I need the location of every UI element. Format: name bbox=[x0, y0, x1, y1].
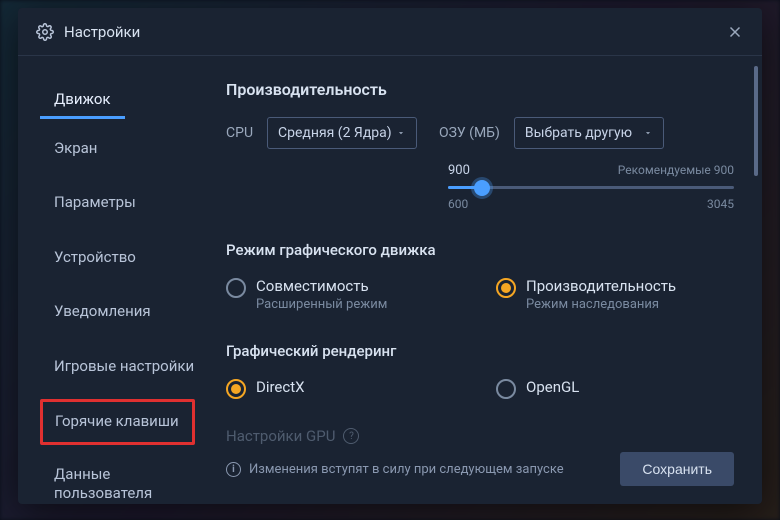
slider-min: 600 bbox=[448, 197, 468, 211]
ram-slider: 900 Рекомендуемые 900 600 3045 bbox=[448, 163, 734, 211]
gear-icon bbox=[36, 23, 54, 41]
radio-compat[interactable]: Совместимость Расширенный режим bbox=[226, 277, 456, 312]
radio-icon bbox=[226, 278, 246, 298]
slider-track[interactable] bbox=[448, 186, 734, 189]
cpu-select-value: Средняя (2 Ядра) bbox=[278, 125, 392, 141]
settings-modal: Настройки Движок Экран Параметры Устройс… bbox=[18, 8, 762, 504]
notice-text: Изменения вступят в силу при следующем з… bbox=[249, 462, 564, 477]
section-gpu: Настройки GPU ? bbox=[226, 427, 734, 445]
sidebar-item-device[interactable]: Устройство bbox=[40, 236, 150, 283]
slider-max: 3045 bbox=[707, 197, 734, 211]
radio-compat-sub: Расширенный режим bbox=[256, 297, 387, 312]
save-button[interactable]: Сохранить bbox=[620, 452, 734, 486]
radio-performance-sub: Режим наследования bbox=[526, 297, 676, 312]
ram-select[interactable]: Выбрать другую bbox=[514, 117, 664, 149]
close-icon[interactable] bbox=[726, 23, 744, 41]
radio-compat-label: Совместимость bbox=[256, 277, 387, 295]
section-title-engine-mode: Режим графического движка bbox=[226, 241, 734, 259]
info-icon: i bbox=[226, 462, 241, 477]
radio-opengl-label: OpenGL bbox=[526, 378, 579, 396]
radio-performance-label: Производительность bbox=[526, 277, 676, 295]
restart-notice: i Изменения вступят в силу при следующем… bbox=[226, 462, 564, 477]
section-title-performance: Производительность bbox=[226, 80, 734, 99]
help-icon[interactable]: ? bbox=[343, 428, 359, 444]
slider-recommended: Рекомендуемые 900 bbox=[618, 163, 734, 178]
cpu-ram-row: CPU Средняя (2 Ядра) ОЗУ (МБ) Выбрать др… bbox=[226, 117, 734, 149]
radio-directx-label: DirectX bbox=[256, 378, 305, 396]
footer: i Изменения вступят в силу при следующем… bbox=[226, 452, 734, 486]
sidebar: Движок Экран Параметры Устройство Уведом… bbox=[18, 56, 218, 504]
slider-thumb[interactable] bbox=[474, 180, 490, 196]
titlebar: Настройки bbox=[18, 8, 762, 56]
gpu-title: Настройки GPU bbox=[226, 427, 335, 445]
ram-select-value: Выбрать другую bbox=[525, 125, 632, 141]
radio-opengl[interactable]: OpenGL bbox=[496, 378, 726, 399]
sidebar-item-hotkeys[interactable]: Горячие клавиши bbox=[40, 399, 195, 445]
cpu-select[interactable]: Средняя (2 Ядра) bbox=[267, 117, 417, 149]
section-engine-mode: Режим графического движка Совместимость … bbox=[226, 241, 734, 312]
chevron-down-icon bbox=[396, 128, 406, 138]
modal-body: Движок Экран Параметры Устройство Уведом… bbox=[18, 56, 762, 504]
sidebar-item-game-settings[interactable]: Игровые настройки bbox=[40, 345, 208, 392]
sidebar-item-screen[interactable]: Экран bbox=[40, 127, 111, 174]
content-pane: Производительность CPU Средняя (2 Ядра) … bbox=[218, 56, 762, 504]
ram-label: ОЗУ (МБ) bbox=[439, 125, 500, 141]
slider-value: 900 bbox=[448, 163, 470, 178]
radio-icon bbox=[496, 278, 516, 298]
section-rendering: Графический рендеринг DirectX OpenGL bbox=[226, 342, 734, 399]
sidebar-item-engine[interactable]: Движок bbox=[40, 78, 125, 119]
radio-icon bbox=[226, 379, 246, 399]
radio-icon bbox=[496, 379, 516, 399]
radio-directx[interactable]: DirectX bbox=[226, 378, 456, 399]
section-title-rendering: Графический рендеринг bbox=[226, 342, 734, 360]
sidebar-item-user-data[interactable]: Данные пользователя bbox=[40, 453, 218, 505]
chevron-down-icon bbox=[643, 128, 653, 138]
cpu-label: CPU bbox=[226, 125, 253, 141]
radio-performance[interactable]: Производительность Режим наследования bbox=[496, 277, 726, 312]
sidebar-item-params[interactable]: Параметры bbox=[40, 181, 150, 228]
modal-title: Настройки bbox=[64, 23, 726, 41]
sidebar-item-notifications[interactable]: Уведомления bbox=[40, 290, 165, 337]
scrollbar-thumb[interactable] bbox=[754, 66, 758, 176]
